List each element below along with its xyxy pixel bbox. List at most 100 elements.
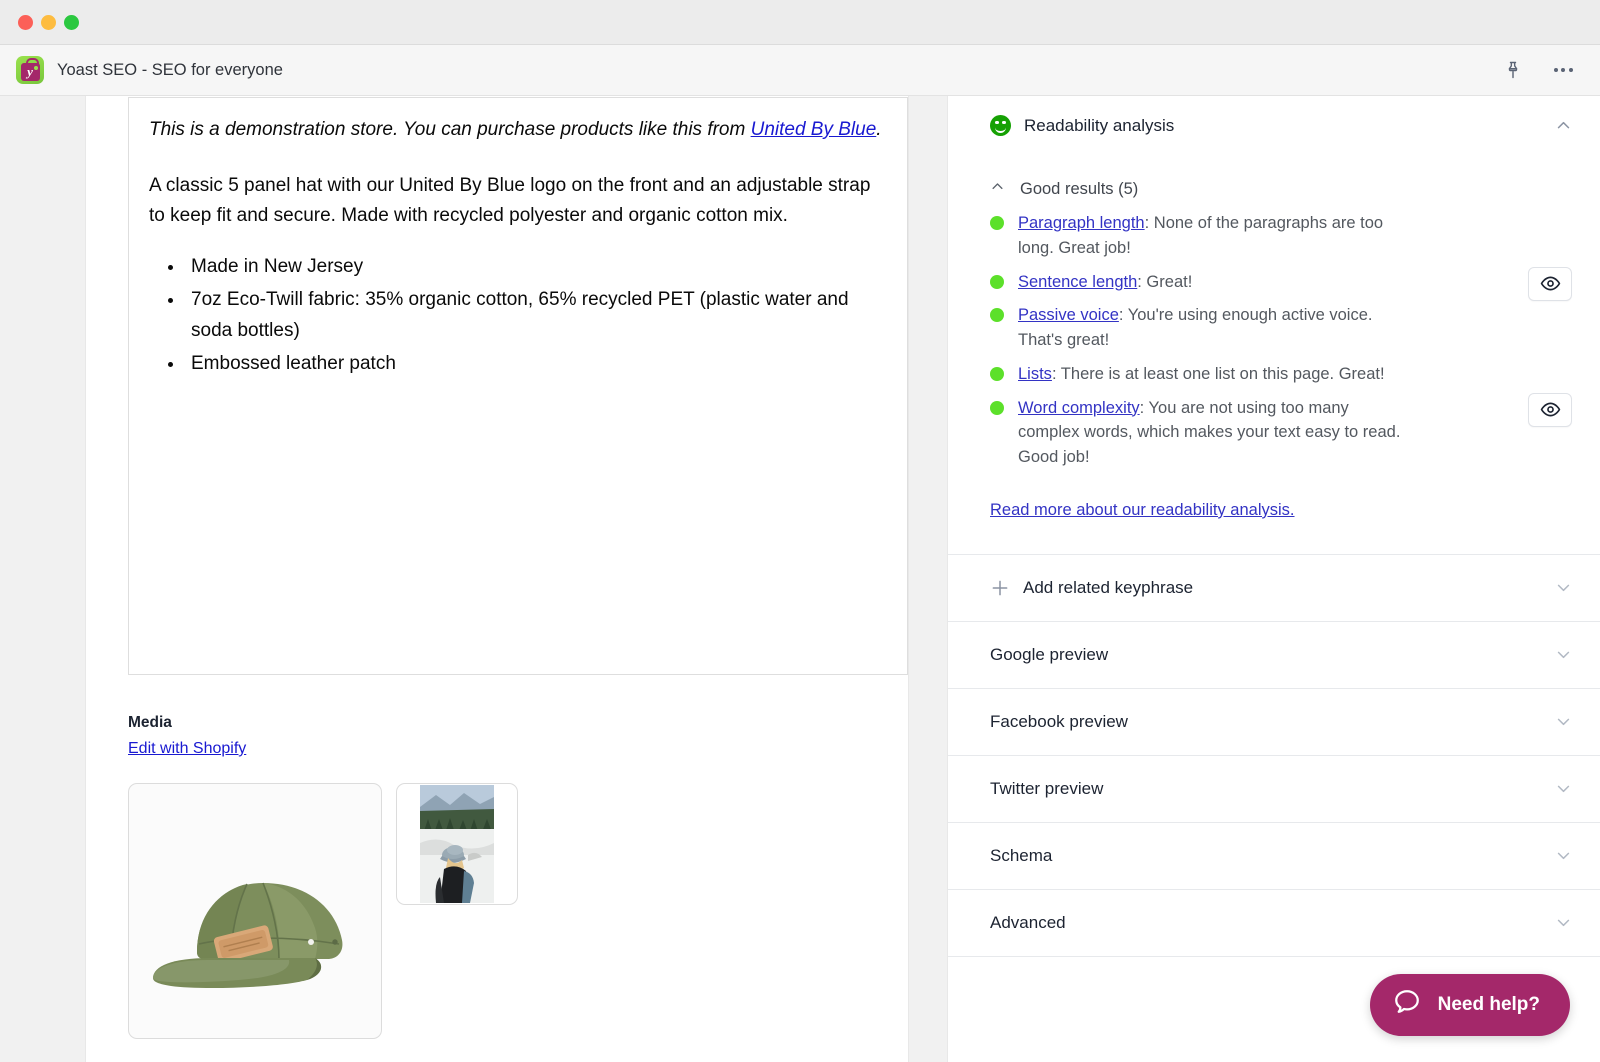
facebook-preview-header[interactable]: Facebook preview [948,689,1600,755]
section-twitter-preview: Twitter preview [948,755,1600,823]
media-thumbnails [128,783,908,1039]
close-window-button[interactable] [18,14,33,30]
result-link[interactable]: Passive voice [1018,306,1119,324]
status-bullet-good-icon [990,400,1004,415]
app-header: y Yoast SEO - SEO for everyone [0,45,1600,96]
app-header-left: y Yoast SEO - SEO for everyone [16,56,1500,84]
readability-analysis-section: Readability analysis Good results (5) Pa… [948,96,1600,555]
window-titlebar [0,0,1600,45]
twitter-preview-header[interactable]: Twitter preview [948,756,1600,822]
result-link[interactable]: Word complexity [1018,399,1140,417]
section-label: Advanced [990,912,1066,932]
demo-store-notice: This is a demonstration store. You can p… [149,115,885,145]
chevron-up-icon [990,179,1005,199]
good-results-label: Good results (5) [1020,179,1139,198]
product-description-editor[interactable]: This is a demonstration store. You can p… [128,97,908,675]
section-advanced: Advanced [948,889,1600,957]
more-options-icon[interactable] [1550,57,1576,83]
list-item: Passive voice: You're using enough activ… [990,303,1572,353]
media-label: Media [128,714,172,731]
need-help-button[interactable]: Need help? [1369,974,1570,1036]
media-thumbnail-secondary[interactable] [396,783,518,905]
section-schema: Schema [948,822,1600,890]
left-gutter [0,96,86,1062]
result-text: Passive voice: You're using enough activ… [1018,303,1414,353]
list-item: Sentence length: Great! [990,266,1572,301]
demo-notice-suffix: . [876,119,882,140]
middle-gutter [908,96,948,1062]
result-text: Sentence length: Great! [1018,270,1192,295]
section-facebook-preview: Facebook preview [948,688,1600,756]
product-feature-list: Made in New Jersey 7oz Eco-Twill fabric:… [185,252,885,380]
chat-bubble-icon [1392,987,1422,1023]
section-label: Facebook preview [990,711,1128,731]
eye-icon [1540,402,1560,417]
chevron-down-icon[interactable] [1555,646,1572,663]
list-item: Made in New Jersey [185,252,885,283]
chevron-down-icon[interactable] [1555,579,1572,596]
eye-icon-button[interactable] [1528,266,1572,301]
editor-column: This is a demonstration store. You can p… [86,96,908,1062]
need-help-label: Need help? [1437,994,1540,1015]
traffic-lights [18,14,79,30]
app-title: Yoast SEO - SEO for everyone [57,60,283,79]
chevron-down-icon[interactable] [1555,847,1572,864]
list-item: Paragraph length: None of the paragraphs… [990,211,1572,261]
green-smiley-icon [990,115,1011,136]
status-bullet-good-icon [990,216,1004,230]
maximize-window-button[interactable] [64,14,79,30]
shopping-bag-icon: y [20,57,40,81]
chevron-up-icon[interactable] [1555,117,1572,134]
minimize-window-button[interactable] [41,14,56,30]
chevron-down-icon[interactable] [1555,914,1572,931]
edit-with-shopify-link[interactable]: Edit with Shopify [128,740,246,758]
list-item: Word complexity: You are not using too m… [990,392,1572,470]
chevron-down-icon[interactable] [1555,713,1572,730]
readability-result-list: Paragraph length: None of the paragraphs… [990,211,1572,470]
section-label: Google preview [990,644,1109,664]
status-bullet-good-icon [990,366,1004,381]
yoast-sidebar: Readability analysis Good results (5) Pa… [948,96,1600,1062]
result-link[interactable]: Paragraph length [1018,214,1145,232]
result-description: : There is at least one list on this pag… [1051,364,1385,383]
list-item: Embossed leather patch [185,349,885,380]
app-header-right [1500,57,1576,83]
add-related-keyphrase-header[interactable]: Add related keyphrase [948,555,1600,621]
chevron-down-icon[interactable] [1555,780,1572,797]
plus-icon [990,578,1010,598]
result-text: Lists: There is at least one list on thi… [1018,362,1385,387]
section-label: Twitter preview [990,778,1104,798]
read-more-readability-link[interactable]: Read more about our readability analysis… [990,501,1295,520]
section-google-preview: Google preview [948,621,1600,689]
list-item: Lists: There is at least one list on thi… [990,362,1572,387]
result-link[interactable]: Lists [1018,365,1052,383]
hat-product-image [153,883,343,989]
readability-analysis-title: Readability analysis [1024,115,1175,135]
media-thumbnail-primary[interactable] [128,783,382,1039]
eye-icon-button[interactable] [1528,392,1572,427]
result-text: Word complexity: You are not using too m… [1018,396,1414,470]
result-link[interactable]: Sentence length [1018,273,1137,291]
section-label: Add related keyphrase [1023,577,1194,597]
schema-header[interactable]: Schema [948,823,1600,889]
result-text: Paragraph length: None of the paragraphs… [1018,211,1414,261]
status-bullet-good-icon [990,308,1004,323]
eye-icon [1540,276,1560,291]
united-by-blue-link[interactable]: United By Blue [751,119,877,140]
result-description: : Great! [1137,272,1193,291]
good-results-toggle[interactable]: Good results (5) [990,179,1572,199]
pin-icon[interactable] [1500,57,1526,83]
status-bullet-good-icon [990,274,1004,289]
workspace: This is a demonstration store. You can p… [0,96,1600,1062]
media-section: Media Edit with Shopify [128,714,908,1039]
product-description-paragraph: A classic 5 panel hat with our United By… [149,174,871,226]
section-add-related-keyphrase: Add related keyphrase [948,554,1600,622]
advanced-header[interactable]: Advanced [948,890,1600,956]
readability-analysis-body: Good results (5) Paragraph length: None … [948,155,1600,554]
lifestyle-photo-image [420,785,494,903]
demo-notice-prefix: This is a demonstration store. You can p… [149,119,751,140]
google-preview-header[interactable]: Google preview [948,622,1600,688]
list-item: 7oz Eco-Twill fabric: 35% organic cotton… [185,285,885,347]
section-label: Schema [990,845,1053,865]
readability-analysis-header[interactable]: Readability analysis [948,96,1600,155]
